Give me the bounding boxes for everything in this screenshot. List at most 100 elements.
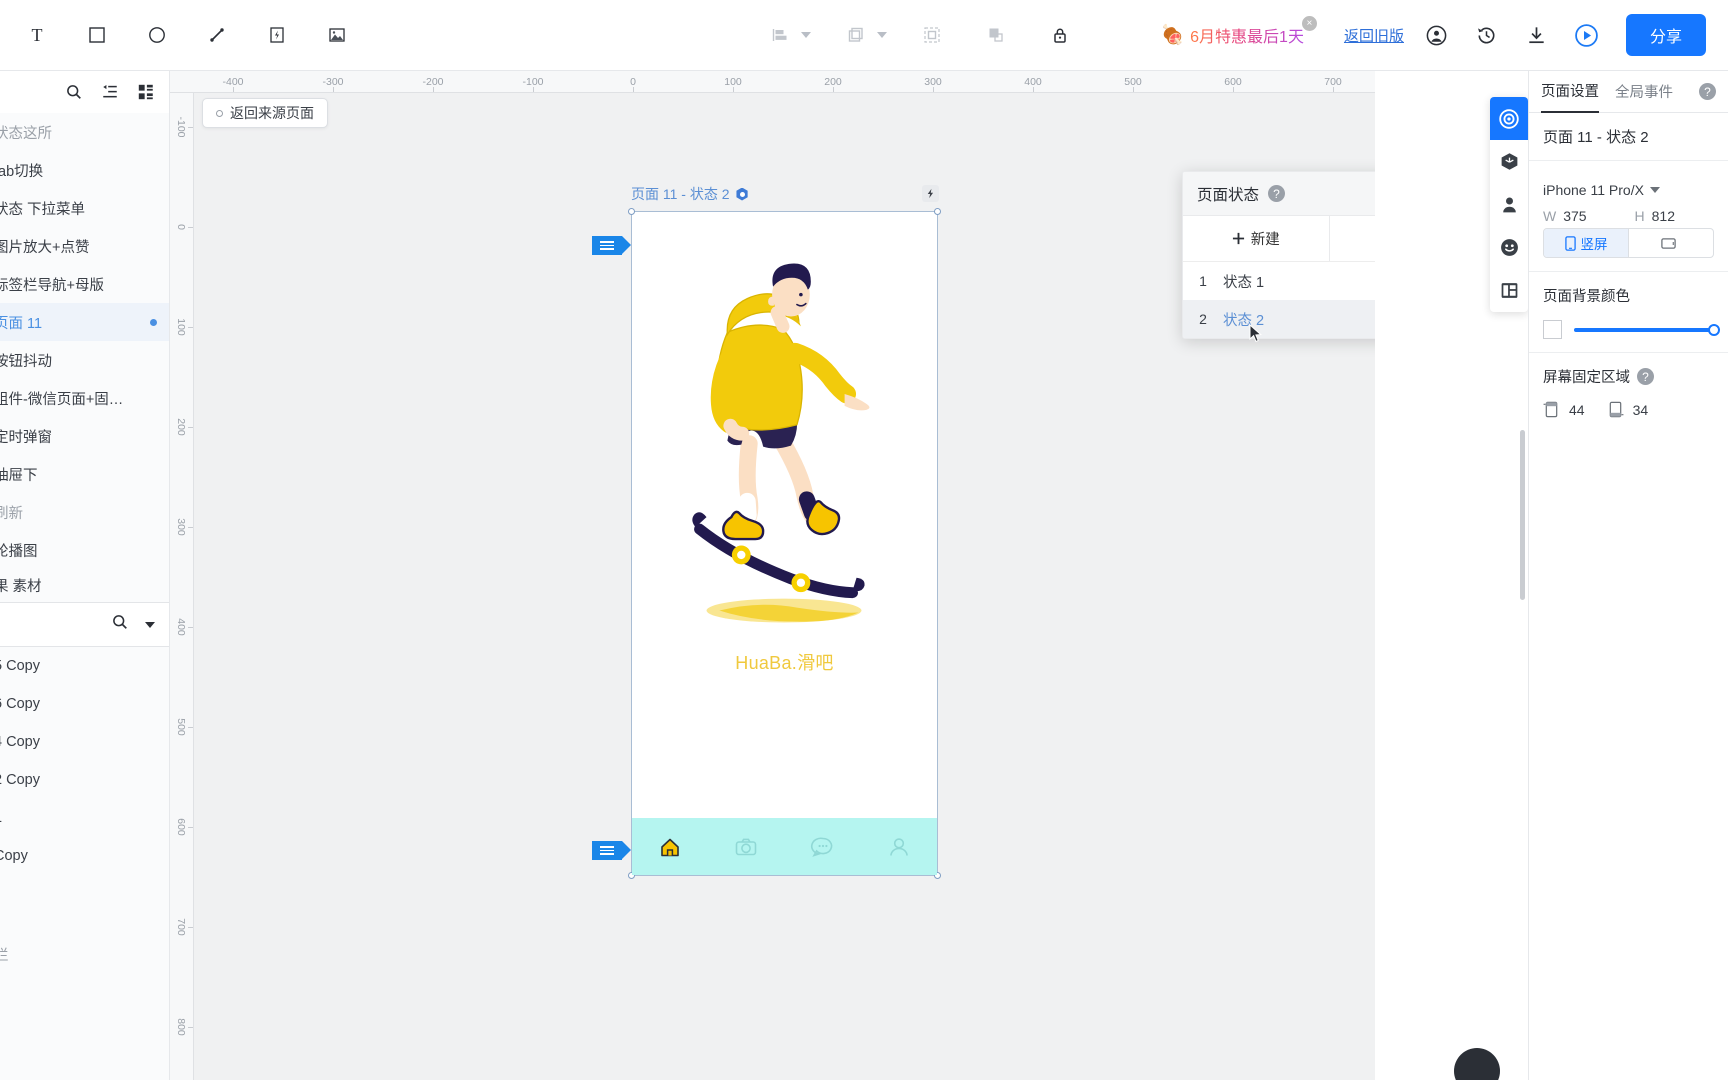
download-icon[interactable]: [1520, 18, 1554, 52]
list-item[interactable]: Copy: [0, 837, 169, 875]
state-list: 1 状态 1 2 状态 2: [1183, 262, 1375, 338]
fixed-bottom-field[interactable]: 34: [1607, 401, 1648, 418]
grid-icon[interactable]: [137, 83, 155, 101]
help-icon[interactable]: ?: [1268, 185, 1286, 202]
new-state-button[interactable]: 新建: [1183, 216, 1330, 261]
help-icon[interactable]: ?: [1699, 83, 1716, 100]
layer-lines-icon: [600, 844, 614, 857]
slider-knob[interactable]: [1708, 323, 1720, 336]
sidebar-item-label: 状态这所: [0, 125, 52, 142]
page-identity-block: 页面 11 - 状态 2: [1529, 113, 1728, 161]
layer-marker-top[interactable]: [592, 236, 631, 255]
fixed-top-value: 44: [1569, 401, 1585, 418]
width-field[interactable]: W 375: [1543, 208, 1623, 224]
phone-artboard[interactable]: HuaBa.滑吧 立即体验: [628, 208, 941, 879]
bg-opacity-slider[interactable]: [1574, 323, 1720, 336]
share-button[interactable]: 分享: [1625, 14, 1706, 56]
height-value: 812: [1651, 208, 1675, 224]
back-to-source-button[interactable]: 返回来源页面: [202, 98, 328, 128]
sidebar-item-label: 标签栏导航+母版: [0, 277, 104, 294]
copy-state-button[interactable]: 复制: [1330, 216, 1376, 261]
line-tool[interactable]: [198, 16, 236, 54]
chevron-down-icon: [1649, 187, 1660, 193]
height-field[interactable]: H 812: [1635, 208, 1715, 224]
interaction-badge-icon[interactable]: [922, 185, 939, 202]
sidebar-item-label: 状态 下拉菜单: [0, 201, 86, 218]
rectangle-tool[interactable]: [78, 16, 116, 54]
list-item[interactable]: 1: [0, 799, 169, 837]
chevron-down-icon[interactable]: [145, 621, 155, 628]
bg-color-swatch[interactable]: [1543, 320, 1562, 339]
orientation-landscape[interactable]: [1628, 229, 1713, 257]
list-item[interactable]: 栏: [0, 935, 169, 973]
text-tool[interactable]: T: [18, 16, 56, 54]
list-item[interactable]: 5 Copy: [0, 647, 169, 685]
size-fields: W 375 H 812: [1543, 208, 1714, 224]
tab-profile[interactable]: [861, 834, 937, 860]
search-icon[interactable]: [111, 613, 129, 636]
sidebar-item-2[interactable]: 状态 下拉菜单: [0, 189, 169, 227]
list-item[interactable]: 2 Copy: [0, 761, 169, 799]
sort-icon[interactable]: [101, 83, 119, 101]
rail-user-icon[interactable]: [1490, 183, 1528, 226]
lock-tool[interactable]: [1041, 16, 1079, 54]
sidebar-item-10[interactable]: 刷新: [0, 493, 169, 531]
rail-component-icon[interactable]: [1490, 140, 1528, 183]
mask-tool[interactable]: [913, 16, 951, 54]
sidebar-item-3[interactable]: 图片放大+点赞: [0, 227, 169, 265]
sidebar-item-7[interactable]: 组件-微信页面+固…: [0, 379, 169, 417]
promo-close-icon[interactable]: ×: [1301, 16, 1317, 31]
artboard-title[interactable]: 页面 11 - 状态 2: [631, 184, 749, 204]
ruler-mark: [188, 327, 193, 328]
canvas-area[interactable]: -500-400-300-200-10001002003004005006007…: [170, 71, 1375, 1080]
sidebar-item-label: 图片放大+点赞: [0, 239, 90, 256]
sidebar-item-4[interactable]: 标签栏导航+母版: [0, 265, 169, 303]
interaction-tool[interactable]: [258, 16, 296, 54]
help-fab-button[interactable]: [1454, 1048, 1500, 1080]
tab-chat[interactable]: [785, 834, 861, 860]
sidebar-item-9[interactable]: 抽屉下: [0, 455, 169, 493]
sidebar-item-8[interactable]: 定时弹窗: [0, 417, 169, 455]
page-list: 状态这所 tab切换 状态 下拉菜单 图片放大+点赞 标签栏导航+母版 页面 1…: [0, 113, 169, 569]
rail-emoji-icon[interactable]: [1490, 226, 1528, 269]
tab-page-settings[interactable]: 页面设置: [1541, 71, 1599, 113]
list-item[interactable]: 6 Copy: [0, 685, 169, 723]
search-icon[interactable]: [65, 83, 83, 101]
tab-camera[interactable]: [708, 834, 784, 860]
sidebar-item-page-11[interactable]: 页面 11: [0, 303, 169, 341]
image-tool[interactable]: [318, 16, 356, 54]
group-menu[interactable]: [837, 16, 887, 54]
right-icon-rail: [1490, 97, 1528, 312]
flatten-tool[interactable]: [977, 16, 1015, 54]
old-version-link[interactable]: 返回旧版: [1344, 25, 1404, 46]
portrait-icon: [1564, 235, 1576, 251]
state-row-1[interactable]: 1 状态 1: [1183, 262, 1375, 300]
state-row-2[interactable]: 2 状态 2: [1183, 300, 1375, 338]
layer-marker-bottom[interactable]: [592, 841, 631, 860]
sidebar-item-0[interactable]: 状态这所: [0, 113, 169, 151]
rail-layout-icon[interactable]: [1490, 269, 1528, 312]
sidebar-item-6[interactable]: 按钮抖动: [0, 341, 169, 379]
ellipse-tool[interactable]: [138, 16, 176, 54]
plus-icon: [1232, 232, 1244, 245]
sidebar-item-label: tab切换: [0, 163, 44, 180]
list-item[interactable]: 4 Copy: [0, 723, 169, 761]
device-select[interactable]: iPhone 11 Pro/X: [1543, 174, 1714, 206]
promo-banner[interactable]: 🍖 6月特惠最后1天 ×: [1160, 16, 1317, 47]
help-icon[interactable]: ?: [1637, 368, 1654, 385]
preview-icon[interactable]: [1570, 18, 1604, 52]
history-icon[interactable]: [1470, 18, 1504, 52]
horizontal-ruler: -500-400-300-200-10001002003004005006007…: [170, 71, 1375, 93]
sidebar-toolbar: [0, 71, 169, 113]
rail-interaction-icon[interactable]: [1490, 97, 1528, 140]
ruler-mark: [188, 727, 193, 728]
align-menu[interactable]: [761, 16, 811, 54]
account-icon[interactable]: [1420, 18, 1454, 52]
fixed-top-field[interactable]: 44: [1543, 401, 1585, 418]
orientation-portrait[interactable]: 竖屏: [1544, 229, 1628, 257]
sidebar-item-1[interactable]: tab切换: [0, 151, 169, 189]
tab-global-events[interactable]: 全局事件: [1615, 71, 1673, 113]
canvas-scrollbar[interactable]: [1520, 430, 1525, 600]
sidebar-item-11[interactable]: 轮播图: [0, 531, 169, 569]
tab-home[interactable]: [632, 834, 708, 860]
